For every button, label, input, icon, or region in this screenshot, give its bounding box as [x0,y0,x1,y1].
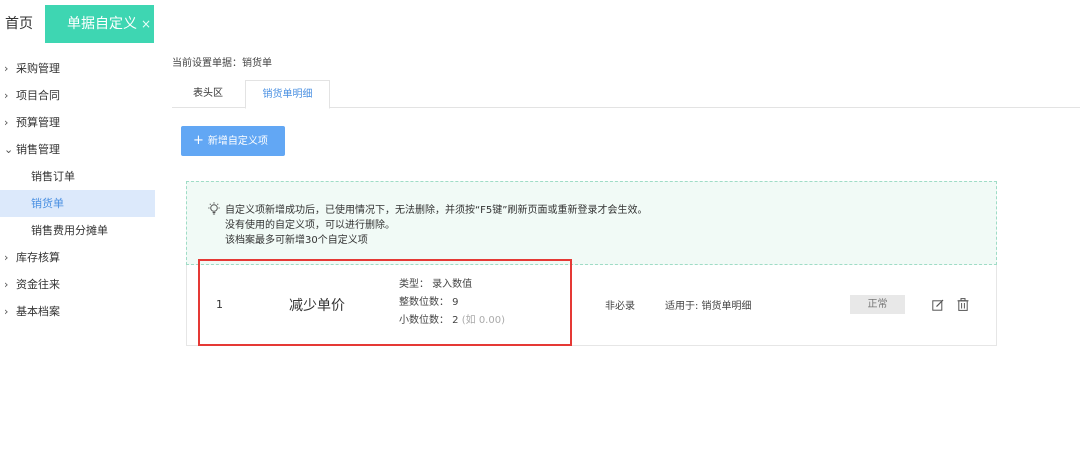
detail-integer-digits: 整数位数： 9 [399,297,459,308]
notice-line-1: 自定义项新增成功后，已使用情况下，无法删除，并须按“F5键”刷新页面或重新登录才… [225,205,648,216]
sidebar-item-label: 销售管理 [16,143,60,156]
notice-line-2: 没有使用的自定义项，可以进行删除。 [225,220,395,231]
chevron-right-icon: › [4,305,9,318]
close-icon[interactable]: × [141,17,151,31]
sidebar-item-label: 库存核算 [16,251,60,264]
sidebar-item-inventory[interactable]: › 库存核算 [0,244,155,271]
add-custom-item-button[interactable]: + 新增自定义项 [181,126,285,156]
chevron-right-icon: › [4,278,9,291]
chevron-down-icon: ⌄ [4,143,14,156]
chevron-right-icon: › [4,62,9,75]
sidebar-item-label: 项目合同 [16,89,60,102]
add-custom-item-label: 新增自定义项 [207,136,268,147]
tab-home[interactable]: 首页 [0,5,44,43]
notice-line-3: 该档案最多可新增30个自定义项 [225,235,368,246]
sidebar-item-purchase[interactable]: › 采购管理 [0,55,155,82]
applies-to: 适用于: 销货单明细 [665,301,752,312]
tab-detail-area[interactable]: 销货单明细 [245,80,330,109]
detail-decimal-digits-value: 小数位数： 2 [399,315,459,326]
chevron-right-icon: › [4,89,9,102]
detail-decimal-hint: (如 0.00) [461,315,505,326]
notice-box: 自定义项新增成功后，已使用情况下，无法删除，并须按“F5键”刷新页面或重新登录才… [186,181,997,265]
chevron-right-icon: › [4,116,9,129]
detail-decimal-digits: 小数位数： 2 (如 0.00) [399,312,505,330]
chevron-right-icon: › [4,251,9,264]
required-flag: 非必录 [605,301,635,312]
sidebar-item-label: 采购管理 [16,62,60,75]
plus-icon: + [193,133,204,148]
sidebar-item-funds[interactable]: › 资金往来 [0,271,155,298]
sidebar-subitem-sales-expense[interactable]: 销售费用分摊单 [0,217,155,244]
section-tabs: 表头区 销货单明细 [172,80,1080,109]
lightbulb-icon [208,202,220,215]
current-document-label: 当前设置单据：销货单 [172,58,272,69]
sidebar-item-sales[interactable]: ⌄ 销售管理 [0,136,155,163]
sidebar-item-basic-archive[interactable]: › 基本档案 [0,298,155,325]
tab-header-area[interactable]: 表头区 [172,80,244,108]
sidebar-subitem-sales-order[interactable]: 销售订单 [0,163,155,190]
trash-icon[interactable] [957,298,969,311]
tab-doc-customize-label: 单据自定义 [67,16,137,32]
custom-item-details: 类型： 录入数值 整数位数： 9 小数位数： 2 (如 0.00) [399,276,505,330]
row-sequence-number: 1 [216,298,223,311]
sidebar: › 采购管理 › 项目合同 › 预算管理 ⌄ 销售管理 销售订单 销货单 销售费用分摊单… [0,55,155,325]
top-tab-bar: 首页 单据自定义 × [0,0,1080,44]
custom-item-row: 1 减少单价 类型： 录入数值 整数位数： 9 小数位数： 2 (如 0.00)… [186,265,997,346]
sidebar-item-label: 预算管理 [16,116,60,129]
sidebar-item-budget[interactable]: › 预算管理 [0,109,155,136]
tab-doc-customize[interactable]: 单据自定义 × [45,5,154,43]
sidebar-item-label: 基本档案 [16,305,60,318]
edit-icon[interactable] [932,299,944,311]
detail-type: 类型： 录入数值 [399,279,473,290]
sidebar-subitem-sales-delivery[interactable]: 销货单 [0,190,155,217]
sidebar-item-label: 资金往来 [16,278,60,291]
custom-item-name: 减少单价 [289,298,345,314]
status-badge: 正常 [850,295,905,314]
sidebar-item-project-contract[interactable]: › 项目合同 [0,82,155,109]
